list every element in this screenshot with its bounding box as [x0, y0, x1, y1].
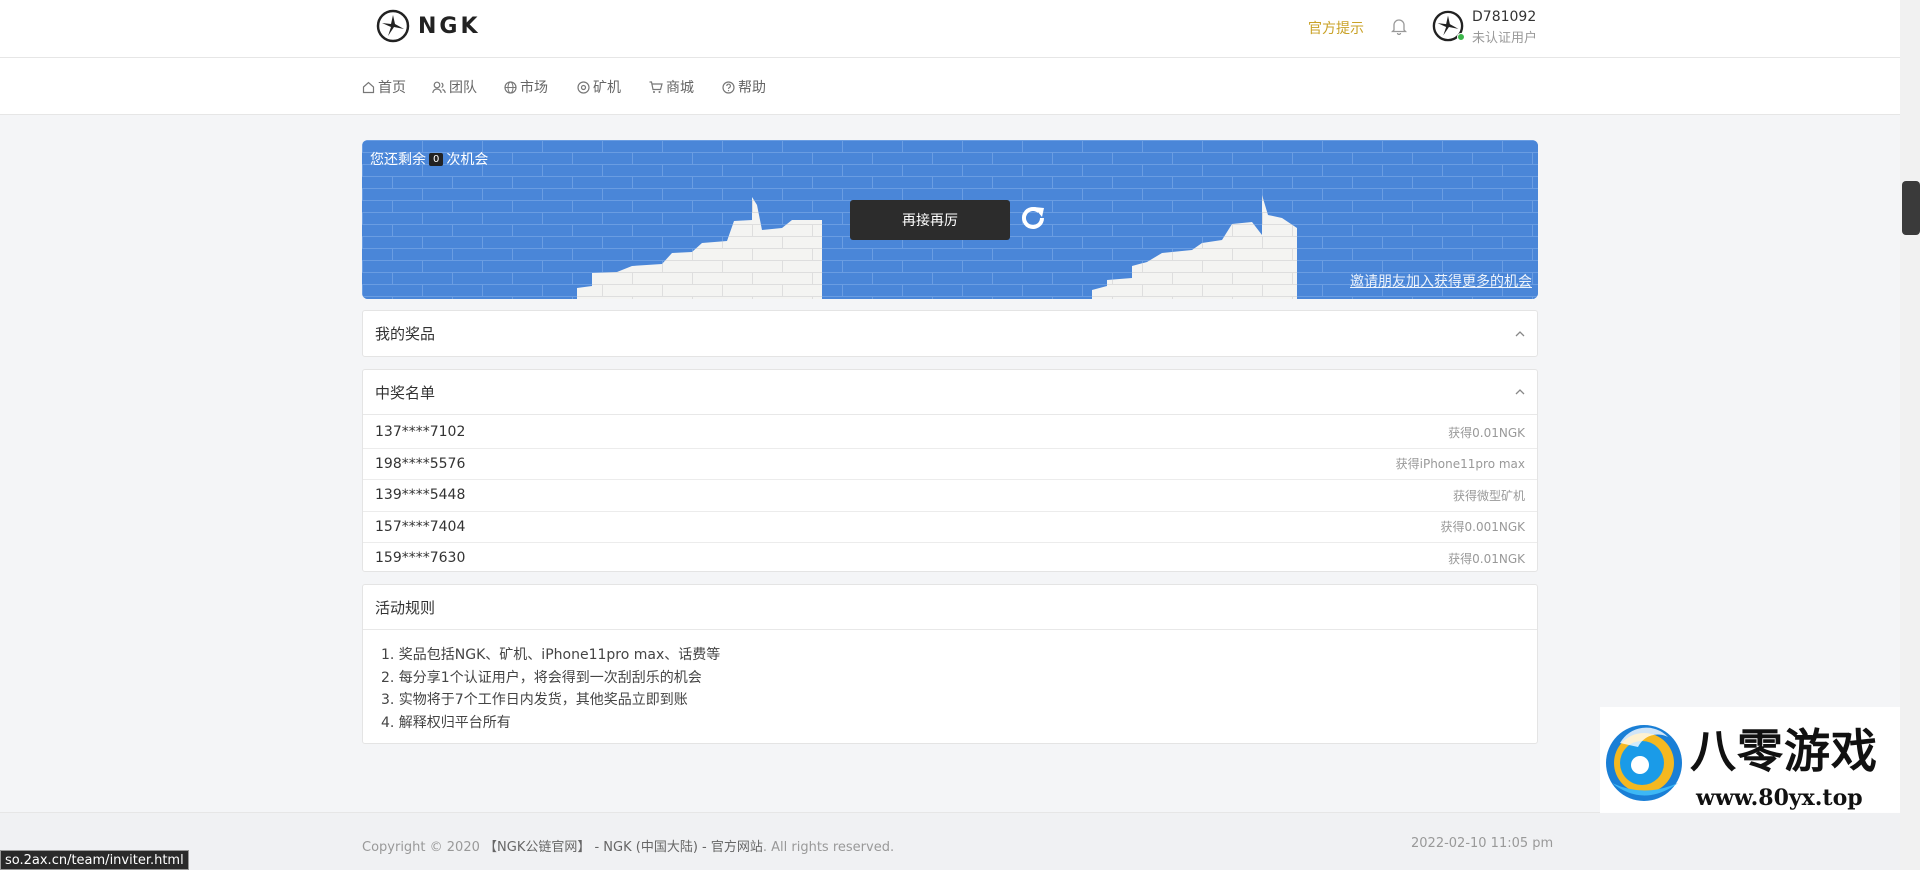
chevron-up-icon[interactable] — [1515, 389, 1525, 395]
list-item: 157****7404 获得0.001NGK — [363, 512, 1537, 543]
remaining-chances: 您还剩余 0 次机会 — [370, 149, 488, 169]
rule-item: 3. 实物将于7个工作日内发货，其他奖品立即到账 — [381, 692, 688, 708]
winner-user: 139****5448 — [375, 487, 466, 504]
winners-list[interactable]: 137****7102 获得0.01NGK 198****5576 获得iPho… — [363, 415, 1537, 571]
page-footer: Copyright © 2020 【NGK公链官网】 - NGK (中国大陆) … — [0, 812, 1900, 870]
copyright-site-link[interactable]: 【NGK公链官网】 - NGK (中国大陆) - 官方网站 — [484, 840, 763, 855]
rule-item: 2. 每分享1个认证用户，将会得到一次刮刮乐的机会 — [381, 669, 702, 686]
rule-item: 4. 解释权归平台所有 — [381, 714, 511, 731]
chevron-up-icon[interactable] — [1515, 330, 1525, 337]
watermark: 八零游戏 www.80yx.top — [1600, 707, 1900, 813]
winners-panel: 中奖名单 137****7102 获得0.01NGK 198****5576 获… — [362, 369, 1538, 572]
cart-icon — [649, 80, 663, 93]
ngk-logo-icon — [376, 9, 410, 43]
scrollbar-thumb[interactable] — [1902, 181, 1920, 235]
winner-prize: 获得0.001NGK — [1440, 520, 1526, 535]
watermark-url: www.80yx.top — [1696, 785, 1863, 811]
site-logo[interactable]: NGK — [376, 9, 481, 43]
user-id[interactable]: D781092 — [1472, 9, 1536, 25]
globe-icon — [504, 80, 517, 94]
copyright-suffix: . All rights reserved. — [762, 840, 895, 855]
chances-prefix: 您还剩余 — [370, 152, 426, 168]
winner-prize: 获得0.01NGK — [1448, 425, 1525, 440]
winner-prize: 获得iPhone11pro max — [1395, 457, 1525, 472]
my-prizes-header[interactable]: 我的奖品 — [363, 311, 1537, 356]
winner-user: 157****7404 — [375, 518, 466, 535]
user-verification-status: 未认证用户 — [1472, 31, 1538, 46]
rules-list: 1. 奖品包括NGK、矿机、iPhone11pro max、话费等 2. 每分享… — [363, 630, 1537, 743]
miner-icon — [577, 80, 590, 94]
retry-button[interactable]: 再接再厉 — [850, 200, 1010, 240]
list-item: 198****5576 获得iPhone11pro max — [363, 449, 1537, 480]
winners-header[interactable]: 中奖名单 — [363, 370, 1537, 415]
nav-label: 市场 — [520, 80, 548, 96]
nav-item-miner[interactable]: 矿机 — [577, 77, 621, 97]
nav-item-shop[interactable]: 商城 — [649, 77, 694, 97]
copyright: Copyright © 2020 【NGK公链官网】 - NGK (中国大陆) … — [362, 836, 894, 855]
help-icon — [722, 80, 735, 94]
list-item: 139****5448 获得微型矿机 — [363, 480, 1537, 512]
nav-item-home[interactable]: 首页 — [362, 77, 406, 97]
my-prizes-panel: 我的奖品 — [362, 310, 1538, 357]
footer-timestamp: 2022-02-10 11:05 pm — [1411, 836, 1554, 851]
browser-status-url: so.2ax.cn/team/inviter.html — [0, 850, 189, 870]
list-item: 159****7630 获得0.01NGK — [363, 543, 1537, 571]
winner-prize: 获得0.01NGK — [1448, 551, 1525, 566]
nav-item-help[interactable]: 帮助 — [722, 77, 766, 97]
my-prizes-title: 我的奖品 — [375, 325, 436, 343]
scratch-card[interactable]: 您还剩余 0 次机会 再接再厉 邀请朋友加入获得更多的机会 — [362, 140, 1538, 299]
rules-panel: 活动规则 1. 奖品包括NGK、矿机、iPhone11pro max、话费等 2… — [362, 584, 1538, 744]
home-icon — [362, 81, 375, 93]
nav-label: 矿机 — [593, 80, 621, 96]
nav-label: 团队 — [449, 80, 477, 96]
rules-header: 活动规则 — [363, 585, 1537, 630]
refresh-icon[interactable] — [1018, 203, 1048, 237]
team-icon — [432, 81, 446, 93]
top-header: NGK 官方提示 D781092 未认证用户 — [0, 0, 1900, 58]
nav-label: 帮助 — [738, 80, 766, 96]
winners-title: 中奖名单 — [375, 383, 436, 402]
chances-count-badge: 0 — [429, 152, 444, 166]
watermark-title: 八零游戏 — [1690, 724, 1878, 778]
chances-suffix: 次机会 — [446, 152, 489, 168]
list-item: 137****7102 获得0.01NGK — [363, 417, 1537, 449]
rules-title: 活动规则 — [375, 598, 436, 617]
official-notice-link[interactable]: 官方提示 — [1308, 18, 1364, 38]
watermark-logo-icon — [1606, 725, 1682, 801]
logo-text: NGK — [418, 13, 481, 39]
main-nav: 首页 团队 市场 矿机 商城 帮助 — [0, 58, 1900, 115]
nav-label: 首页 — [378, 80, 406, 96]
rule-item: 1. 奖品包括NGK、矿机、iPhone11pro max、话费等 — [381, 647, 721, 663]
nav-item-market[interactable]: 市场 — [504, 77, 548, 97]
winner-user: 137****7102 — [375, 424, 466, 441]
winner-user: 198****5576 — [375, 455, 466, 472]
winner-user: 159****7630 — [375, 550, 466, 567]
winner-prize: 获得微型矿机 — [1452, 488, 1525, 503]
online-status-dot — [1457, 33, 1465, 41]
page-scrollbar[interactable] — [1900, 0, 1920, 870]
nav-item-team[interactable]: 团队 — [432, 77, 477, 97]
nav-label: 商城 — [666, 80, 694, 96]
invite-friends-link[interactable]: 邀请朋友加入获得更多的机会 — [1350, 271, 1532, 291]
copyright-prefix: Copyright © 2020 — [362, 840, 480, 855]
bell-icon[interactable] — [1390, 17, 1408, 39]
